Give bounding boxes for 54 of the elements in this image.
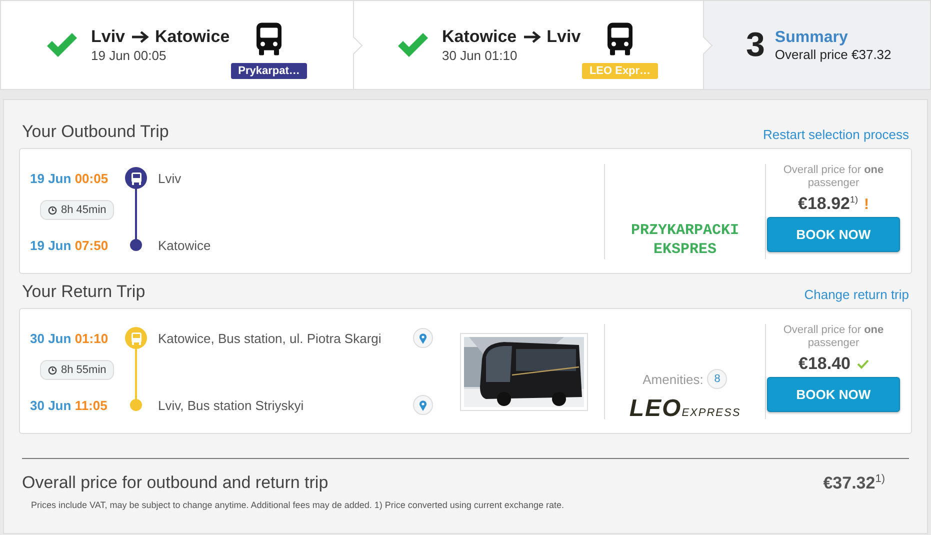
origin-city: Lviv bbox=[91, 27, 126, 47]
stop-name: Katowice, Bus station, ul. Piotra Skargi bbox=[158, 330, 382, 346]
check-icon bbox=[45, 31, 79, 59]
origin-city: Katowice bbox=[442, 27, 517, 47]
stop-name: Katowice bbox=[158, 238, 212, 252]
stop-datetime: 30 Jun 01:10 bbox=[30, 330, 110, 346]
map-pin-icon[interactable] bbox=[413, 328, 433, 348]
carrier-badge: LEO Expr… bbox=[582, 63, 658, 79]
stop-dot bbox=[130, 399, 142, 411]
arrow-icon bbox=[131, 30, 150, 44]
price-disclaimer: Prices include VAT, may be subject to change anytime. Additional fees may de added. 1) Price converted using current exchange rate. bbox=[31, 500, 565, 510]
destination-city: Lviv bbox=[546, 27, 581, 47]
amenities-label: Amenities: bbox=[642, 372, 704, 386]
stop-name: Lviv bbox=[158, 170, 182, 186]
map-pin-icon[interactable] bbox=[413, 395, 433, 415]
bus-icon bbox=[605, 21, 635, 57]
destination-city: Katowice bbox=[155, 27, 230, 47]
step-number: 3 bbox=[746, 26, 765, 64]
bus-stop-icon bbox=[125, 167, 147, 189]
section-heading: Your Return Trip bbox=[22, 282, 146, 302]
book-now-button[interactable]: BOOK NOW bbox=[767, 217, 900, 252]
departure-date: 19 Jun 00:05 bbox=[91, 48, 168, 63]
clock-icon bbox=[48, 366, 57, 374]
stop-datetime: 30 Jun 11:05 bbox=[30, 398, 108, 412]
stop-datetime: 19 Jun 07:50 bbox=[30, 238, 110, 252]
total-label: Overall price for outbound and return trip bbox=[22, 473, 328, 494]
price-caption: Overall price for one passenger bbox=[782, 324, 885, 350]
trip-price: €18.92$^{1)}$ bbox=[798, 194, 858, 214]
book-now-button[interactable]: BOOK NOW bbox=[767, 377, 900, 412]
check-icon bbox=[396, 31, 430, 59]
section-heading: Your Outbound Trip bbox=[22, 122, 169, 142]
total-price: €37.32$^{1)}$ bbox=[823, 473, 885, 494]
departure-date: 30 Jun 01:10 bbox=[442, 48, 518, 63]
bus-icon bbox=[254, 21, 284, 57]
amenities-count[interactable]: 8 bbox=[707, 369, 728, 389]
step-subtitle: Overall price €37.32 bbox=[774, 46, 892, 62]
arrow-icon bbox=[522, 30, 541, 44]
section-link[interactable]: Restart selection process bbox=[763, 127, 909, 142]
trip-price: €18.40 bbox=[798, 354, 850, 374]
stop-datetime: 19 Jun 00:05 bbox=[30, 170, 110, 186]
warning-mark: ! bbox=[864, 196, 869, 212]
bus-stop-icon bbox=[125, 327, 147, 349]
step-title[interactable]: Summary bbox=[774, 28, 892, 46]
duration-text: 8h 45min bbox=[61, 204, 106, 216]
stop-dot bbox=[130, 239, 142, 251]
duration-text: 8h 55min bbox=[61, 364, 106, 376]
section-link[interactable]: Change return trip bbox=[804, 287, 909, 302]
clock-icon bbox=[48, 206, 57, 214]
check-icon bbox=[856, 359, 868, 369]
carrier-badge: Prykarpat… bbox=[231, 63, 307, 79]
stop-name: Lviv, Bus station Striyskyi bbox=[158, 398, 305, 412]
price-caption: Overall price for one passenger bbox=[782, 164, 885, 190]
carrier-logo: LEOEXPRESS bbox=[629, 395, 741, 423]
carrier-logo: PRZYKARPACKI EKSPRES bbox=[630, 221, 740, 259]
